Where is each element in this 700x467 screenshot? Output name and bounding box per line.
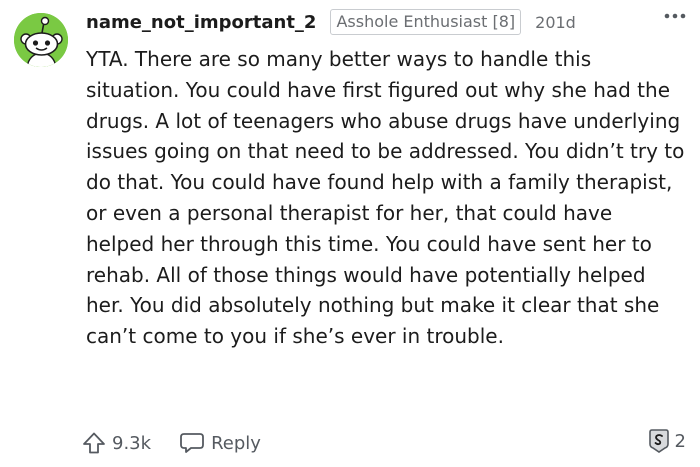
user-flair: Asshole Enthusiast [8]: [330, 9, 522, 35]
avatar[interactable]: [14, 13, 68, 67]
snoo-avatar-icon: [14, 13, 68, 67]
upvote-count: 9.3k: [112, 432, 152, 454]
comment: name_not_important_2 Asshole Enthusiast …: [0, 0, 700, 467]
more-options-icon: [664, 13, 686, 19]
reply-label: Reply: [211, 432, 261, 454]
reply-button[interactable]: Reply: [179, 431, 261, 455]
comment-age: 201d: [535, 12, 576, 32]
award-icon: [648, 429, 669, 453]
comment-actions: 9.3k Reply: [82, 423, 261, 463]
upvote-button[interactable]: 9.3k: [82, 431, 151, 455]
username[interactable]: name_not_important_2: [86, 12, 316, 33]
comment-header: name_not_important_2 Asshole Enthusiast …: [86, 8, 576, 36]
upvote-arrow-icon[interactable]: [82, 431, 106, 455]
comment-body: YTA. There are so many better ways to ha…: [86, 47, 685, 349]
more-options-button[interactable]: [662, 6, 688, 26]
award-count: 2: [674, 430, 686, 452]
speech-bubble-icon: [180, 433, 204, 453]
award-button[interactable]: 2: [647, 428, 686, 454]
